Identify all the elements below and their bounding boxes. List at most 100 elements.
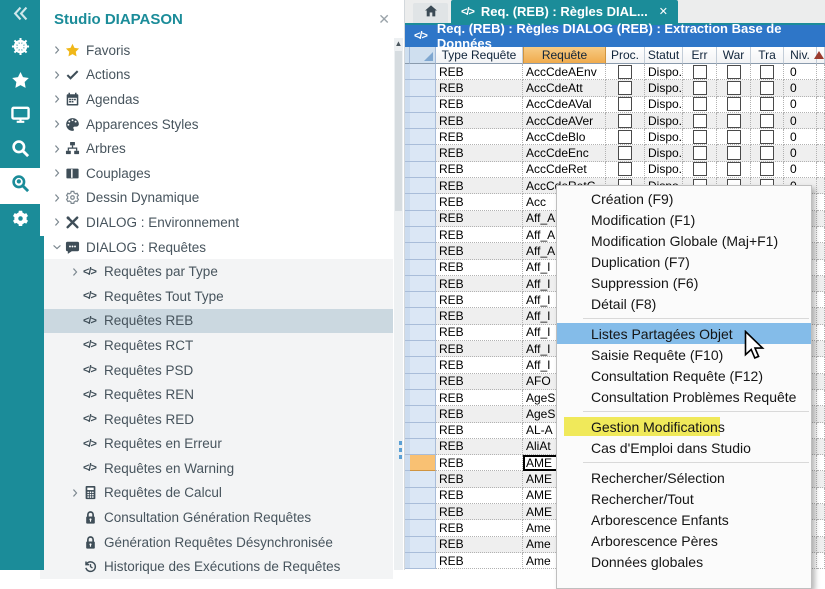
cell-err[interactable]	[683, 113, 717, 129]
cell-type[interactable]: REB	[436, 178, 523, 194]
cell-type[interactable]: REB	[436, 129, 523, 145]
checkbox[interactable]	[693, 130, 707, 144]
iconbar-explorer-button[interactable]	[0, 168, 40, 204]
menu-item-arborescence-enfants[interactable]: Arborescence Enfants	[557, 509, 811, 530]
iconbar-favorites-button[interactable]	[0, 66, 40, 100]
sidebar-item-requ-tes-psd[interactable]: </>Requêtes PSD	[40, 358, 393, 383]
cell-tra[interactable]	[751, 64, 784, 80]
cell-proc[interactable]	[606, 97, 645, 113]
sidebar-item-requ-tes-red[interactable]: </>Requêtes RED	[40, 407, 393, 432]
checkbox[interactable]	[618, 97, 632, 111]
cell-requete[interactable]: AccCdeEnc	[523, 145, 606, 161]
cell-err[interactable]	[683, 129, 717, 145]
cell-war[interactable]	[717, 145, 751, 161]
tab-active[interactable]: </> Req. (REB) : Règles DIAL... ✕	[451, 0, 678, 23]
cell-tra[interactable]	[751, 97, 784, 113]
cell-requete[interactable]: AccCdeRet	[523, 162, 606, 178]
cell-requete[interactable]: AccCdeAEnv	[523, 64, 606, 80]
cell-war[interactable]	[717, 80, 751, 96]
checkbox[interactable]	[760, 81, 774, 95]
row-selector[interactable]	[410, 292, 436, 308]
cell-tra[interactable]	[751, 145, 784, 161]
checkbox[interactable]	[618, 146, 632, 160]
row-selector[interactable]	[410, 145, 436, 161]
cell-type[interactable]: REB	[436, 243, 523, 259]
cell-type[interactable]: REB	[436, 488, 523, 504]
checkbox[interactable]	[693, 81, 707, 95]
row-selector[interactable]	[410, 341, 436, 357]
sidebar-item-requ-tes-ren[interactable]: </>Requêtes REN	[40, 382, 393, 407]
cell-type[interactable]: REB	[436, 145, 523, 161]
chevron-right-icon[interactable]	[49, 168, 65, 178]
cell-type[interactable]: REB	[436, 357, 523, 373]
cell-type[interactable]: REB	[436, 162, 523, 178]
column-header-6[interactable]: Tra	[751, 47, 784, 64]
menu-item-modification-globale-maj-f1-[interactable]: Modification Globale (Maj+F1)	[557, 230, 811, 251]
cell-type[interactable]: REB	[436, 308, 523, 324]
menu-item-saisie-requ-te-f10-[interactable]: Saisie Requête (F10)	[557, 344, 811, 365]
cell-type[interactable]: REB	[436, 292, 523, 308]
cell-tra[interactable]	[751, 113, 784, 129]
sidebar-item-historique-des-ex-cutions-de-requ-tes[interactable]: Historique des Exécutions de Requêtes	[40, 554, 393, 579]
cell-err[interactable]	[683, 64, 717, 80]
column-header-1[interactable]: Requête	[523, 47, 606, 64]
sidebar-item-requ-tes-tout-type[interactable]: </>Requêtes Tout Type	[40, 284, 393, 309]
chevron-right-icon[interactable]	[49, 193, 65, 203]
menu-item-listes-partag-es-objet[interactable]: Listes Partagées Objet	[557, 323, 811, 344]
row-selector[interactable]	[410, 471, 436, 487]
chevron-right-icon[interactable]	[67, 267, 83, 277]
column-header-4[interactable]: Err	[683, 47, 717, 64]
row-selector[interactable]	[410, 113, 436, 129]
cell-requete[interactable]: AccCdeBlo	[523, 129, 606, 145]
sidebar-item-actions[interactable]: Actions	[40, 63, 393, 88]
cell-war[interactable]	[717, 97, 751, 113]
cell-type[interactable]: REB	[436, 390, 523, 406]
menu-item-donn-es-globales[interactable]: Données globales	[557, 551, 811, 572]
cell-type[interactable]: REB	[436, 520, 523, 536]
row-selector[interactable]	[410, 276, 436, 292]
sidebar-item-agendas[interactable]: Agendas	[40, 87, 393, 112]
row-selector[interactable]	[410, 308, 436, 324]
cell-type[interactable]: REB	[436, 97, 523, 113]
checkbox[interactable]	[727, 81, 741, 95]
chevron-down-icon[interactable]	[49, 242, 65, 252]
row-selector[interactable]	[410, 406, 436, 422]
checkbox[interactable]	[618, 130, 632, 144]
cell-type[interactable]: REB	[436, 64, 523, 80]
row-selector[interactable]	[410, 80, 436, 96]
sidebar-item-requ-tes-rct[interactable]: </>Requêtes RCT	[40, 333, 393, 358]
row-selector[interactable]	[410, 439, 436, 455]
sidebar-item-requ-tes-en-erreur[interactable]: </>Requêtes en Erreur	[40, 432, 393, 457]
row-selector[interactable]	[410, 520, 436, 536]
sidebar-item-requ-tes-de-calcul[interactable]: Requêtes de Calcul	[40, 481, 393, 506]
sidebar-item-arbres[interactable]: Arbres	[40, 136, 393, 161]
checkbox[interactable]	[760, 97, 774, 111]
cell-niv[interactable]: 0	[784, 129, 817, 145]
checkbox[interactable]	[760, 130, 774, 144]
checkbox[interactable]	[760, 146, 774, 160]
column-header-2[interactable]: Proc.	[606, 47, 645, 64]
sidebar-item-couplages[interactable]: Couplages	[40, 161, 393, 186]
cell-niv[interactable]: 0	[784, 145, 817, 161]
cell-err[interactable]	[683, 80, 717, 96]
cell-type[interactable]: REB	[436, 553, 523, 569]
cell-tra[interactable]	[751, 162, 784, 178]
cell-type[interactable]: REB	[436, 80, 523, 96]
row-selector[interactable]	[410, 64, 436, 80]
checkbox[interactable]	[693, 65, 707, 79]
cell-requete[interactable]: AccCdeAVal	[523, 97, 606, 113]
cell-err[interactable]	[683, 145, 717, 161]
cell-requete[interactable]: AccCdeAVer	[523, 113, 606, 129]
cell-niv[interactable]: 0	[784, 97, 817, 113]
cell-type[interactable]: REB	[436, 504, 523, 520]
cell-statut[interactable]: Dispo.	[645, 80, 683, 96]
row-selector[interactable]	[410, 325, 436, 341]
cell-tra[interactable]	[751, 129, 784, 145]
menu-item-modification-f1-[interactable]: Modification (F1)	[557, 209, 811, 230]
chevron-right-icon[interactable]	[49, 217, 65, 227]
cell-type[interactable]: REB	[436, 227, 523, 243]
cell-type[interactable]: REB	[436, 260, 523, 276]
cell-type[interactable]: REB	[436, 374, 523, 390]
cell-tra[interactable]	[751, 80, 784, 96]
sidebar-item-dialog-environnement[interactable]: DIALOG : Environnement	[40, 210, 393, 235]
